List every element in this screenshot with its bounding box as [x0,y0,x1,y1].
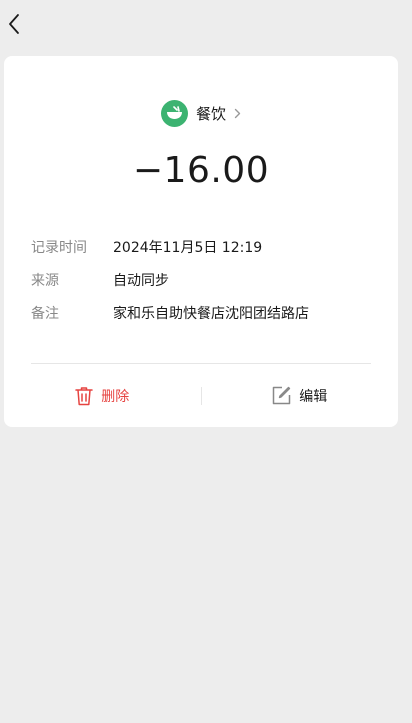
details-list: 记录时间 2024年11月5日 12:19 来源 自动同步 备注 家和乐自助快餐… [31,230,378,329]
delete-label: 删除 [101,388,130,405]
trash-icon [75,386,93,406]
chevron-right-icon [234,108,241,119]
back-button[interactable] [0,8,28,40]
action-bar: 删除 编辑 [4,364,398,427]
edit-label: 编辑 [299,388,328,405]
detail-value: 自动同步 [113,272,169,289]
chevron-left-icon [9,14,19,34]
detail-value: 家和乐自助快餐店沈阳团结路店 [113,305,309,322]
detail-row-time: 记录时间 2024年11月5日 12:19 [31,230,378,263]
detail-row-source: 来源 自动同步 [31,263,378,296]
transaction-detail-page: 餐饮 −16.00 记录时间 2024年11月5日 12:19 来源 自动同步 … [0,0,412,723]
edit-icon [272,386,291,405]
detail-label: 备注 [31,305,59,322]
bowl-icon [160,100,188,127]
edit-button[interactable]: 编辑 [202,364,399,427]
transaction-amount: −16.00 [132,150,270,191]
category-name: 餐饮 [195,105,226,123]
detail-label: 来源 [31,272,59,289]
category-selector[interactable]: 餐饮 [4,100,398,127]
detail-row-note: 备注 家和乐自助快餐店沈阳团结路店 [31,296,378,329]
transaction-card: 餐饮 −16.00 记录时间 2024年11月5日 12:19 来源 自动同步 … [4,56,398,427]
delete-button[interactable]: 删除 [4,364,201,427]
detail-label: 记录时间 [31,239,87,256]
detail-value: 2024年11月5日 12:19 [113,239,263,256]
